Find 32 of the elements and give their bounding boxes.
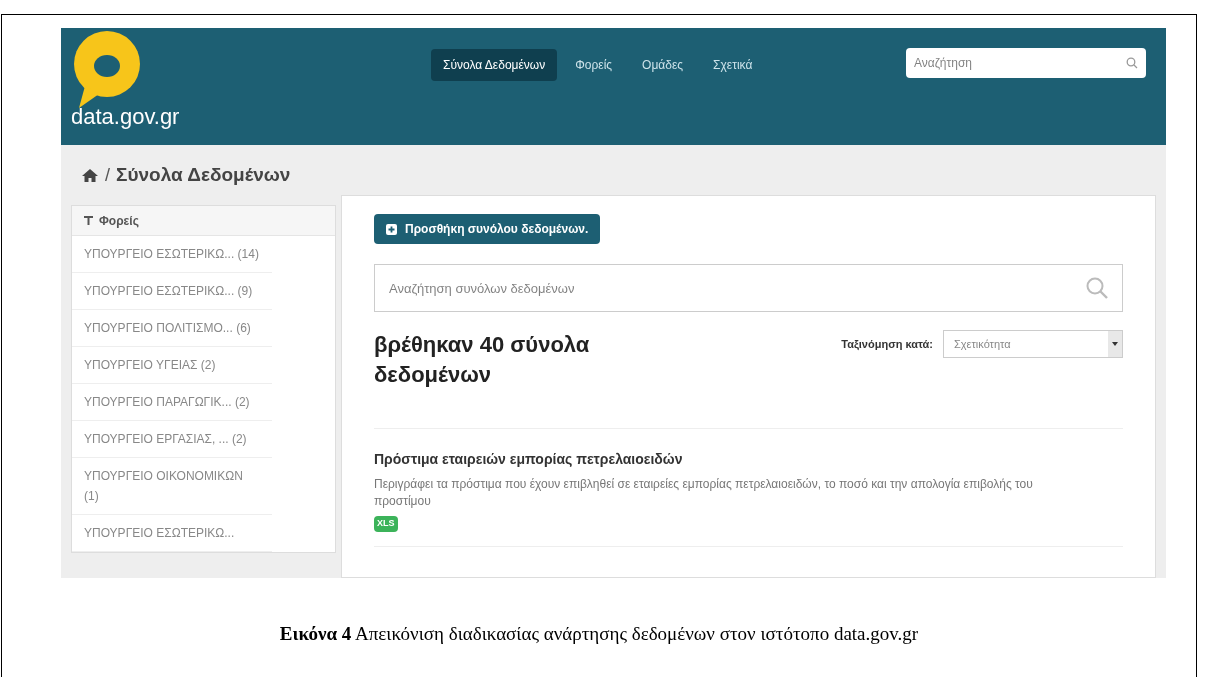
results-heading: βρέθηκαν 40 σύνολα δεδομένων: [374, 331, 591, 389]
add-dataset-button[interactable]: Προσθήκη συνόλου δεδομένων.: [374, 214, 601, 244]
figure-caption: Εικόνα 4 Απεικόνιση διαδικασίας ανάρτησης δεδομένων στον ιστότοπο data.gov.gr: [279, 623, 919, 644]
dataset-search-field[interactable]: Αναζήτηση συνόλων δεδομένων: [374, 264, 1123, 312]
dropdown-icon: [1108, 331, 1122, 357]
dataset-description: Περιγράφει τα πρόστιμα που έχουν επιβληθεί σε εταιρείες εμπορίας πετρελαιοειδών, το ποσό και την απολογία επιβολής του προστίμου: [374, 476, 1034, 510]
filter-icon: [84, 216, 93, 225]
nav-tab[interactable]: Σχετικά: [701, 49, 765, 81]
sidebar-item[interactable]: ΥΠΟΥΡΓΕΙΟ ΟΙΚΟΝΟΜΙΚΩΝ (1): [72, 458, 272, 515]
sort-select[interactable]: Σχετικότητα: [943, 330, 1123, 358]
sidebar-item[interactable]: ΥΠΟΥΡΓΕΙΟ ΕΡΓΑΣΙΑΣ, ... (2): [72, 421, 272, 458]
format-tag[interactable]: XLS: [374, 516, 398, 532]
search-icon: [1085, 276, 1109, 300]
dataset-title[interactable]: Πρόστιμα εταιρειών εμπορίας πετρελαιοειδών: [374, 449, 1123, 470]
home-icon[interactable]: [81, 167, 99, 183]
sidebar-title: Φορείς: [99, 212, 139, 230]
breadcrumb-separator: /: [105, 163, 110, 187]
sidebar-item[interactable]: ΥΠΟΥΡΓΕΙΟ ΕΣΩΤΕΡΙΚΩ... (14): [72, 236, 272, 273]
nav-tab[interactable]: Φορείς: [563, 49, 625, 81]
logo-text: data.gov.gr: [71, 106, 181, 128]
plus-icon: [386, 223, 397, 235]
sidebar-item[interactable]: ΥΠΟΥΡΓΕΙΟ ΕΣΩΤΕΡΙΚΩ...: [72, 515, 272, 552]
nav-tab[interactable]: Σύνολα Δεδομένων: [431, 49, 558, 81]
search-field[interactable]: Αναζήτηση: [906, 48, 1146, 78]
search-icon: [1126, 57, 1138, 69]
breadcrumb-current[interactable]: Σύνολα Δεδομένων: [116, 160, 291, 190]
sidebar-item[interactable]: ΥΠΟΥΡΓΕΙΟ ΠΑΡΑΓΩΓΙΚ... (2): [72, 384, 272, 421]
sidebar-item[interactable]: ΥΠΟΥΡΓΕΙΟ ΠΟΛΙΤΙΣΜΟ... (6): [72, 310, 272, 347]
sidebar-item[interactable]: ΥΠΟΥΡΓΕΙΟ ΕΣΩΤΕΡΙΚΩ... (9): [72, 273, 272, 310]
nav-tab[interactable]: Ομάδες: [630, 49, 696, 81]
sidebar-item[interactable]: ΥΠΟΥΡΓΕΙΟ ΥΓΕΙΑΣ (2): [72, 347, 272, 384]
sort-label: Ταξινόμηση κατά:: [841, 336, 933, 352]
